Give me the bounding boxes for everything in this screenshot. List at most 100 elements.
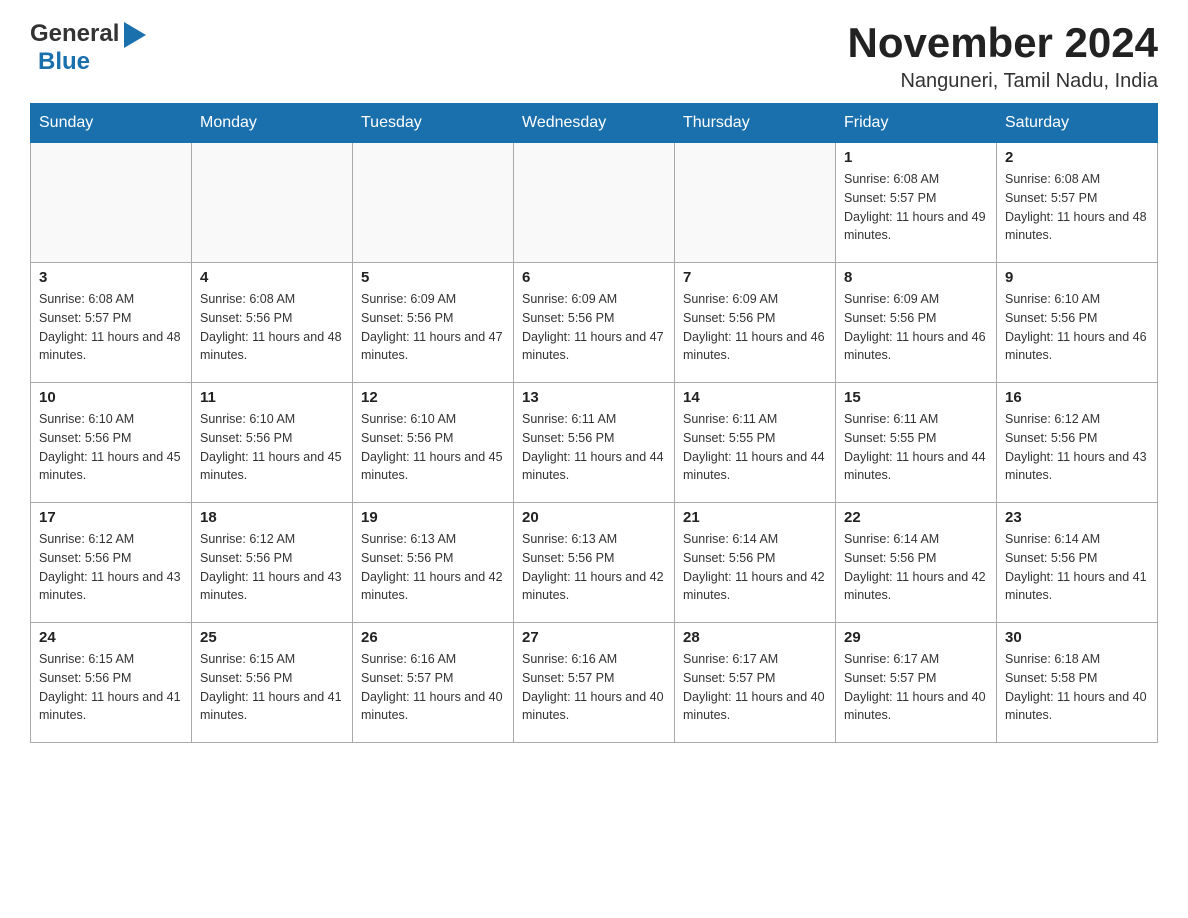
calendar-cell: 19 Sunrise: 6:13 AMSunset: 5:56 PMDayligh…: [353, 503, 514, 623]
calendar-week-row: 1 Sunrise: 6:08 AMSunset: 5:57 PMDaylight…: [31, 143, 1158, 263]
day-number: 8: [844, 269, 988, 286]
sun-info: Sunrise: 6:08 AMSunset: 5:56 PMDaylight:…: [200, 290, 344, 365]
calendar-cell: 10 Sunrise: 6:10 AMSunset: 5:56 PMDayligh…: [31, 383, 192, 503]
calendar-cell: 7 Sunrise: 6:09 AMSunset: 5:56 PMDaylight…: [675, 263, 836, 383]
sun-info: Sunrise: 6:18 AMSunset: 5:58 PMDaylight:…: [1005, 650, 1149, 725]
calendar-cell: 8Sunrise: 6:09 AMSunset: 5:56 PMDaylight…: [836, 263, 997, 383]
calendar-cell: [675, 143, 836, 263]
calendar-cell: [192, 143, 353, 263]
day-number: 2: [1005, 149, 1149, 166]
day-number: 22: [844, 509, 988, 526]
calendar-cell: 14 Sunrise: 6:11 AMSunset: 5:55 PMDayligh…: [675, 383, 836, 503]
sun-info: Sunrise: 6:08 AMSunset: 5:57 PMDaylight:…: [844, 170, 988, 245]
sun-info: Sunrise: 6:16 AMSunset: 5:57 PMDaylight:…: [361, 650, 505, 725]
day-number: 30: [1005, 629, 1149, 646]
calendar-cell: 9 Sunrise: 6:10 AMSunset: 5:56 PMDaylight…: [997, 263, 1158, 383]
day-header-saturday: Saturday: [997, 104, 1158, 143]
day-number: 23: [1005, 509, 1149, 526]
sun-info: Sunrise: 6:09 AMSunset: 5:56 PMDaylight:…: [522, 290, 666, 365]
sun-info: Sunrise: 6:15 AMSunset: 5:56 PMDaylight:…: [200, 650, 344, 725]
day-number: 1: [844, 149, 988, 166]
location-text: Nanguneri, Tamil Nadu, India: [847, 70, 1158, 93]
calendar-table: SundayMondayTuesdayWednesdayThursdayFrid…: [30, 103, 1158, 743]
day-number: 10: [39, 389, 183, 406]
day-header-tuesday: Tuesday: [353, 104, 514, 143]
day-header-sunday: Sunday: [31, 104, 192, 143]
day-number: 25: [200, 629, 344, 646]
day-number: 3: [39, 269, 183, 286]
sun-info: Sunrise: 6:15 AMSunset: 5:56 PMDaylight:…: [39, 650, 183, 725]
calendar-cell: 23 Sunrise: 6:14 AMSunset: 5:56 PMDayligh…: [997, 503, 1158, 623]
sun-info: Sunrise: 6:14 AMSunset: 5:56 PMDaylight:…: [1005, 530, 1149, 605]
calendar-cell: [31, 143, 192, 263]
day-number: 12: [361, 389, 505, 406]
sun-info: Sunrise: 6:16 AMSunset: 5:57 PMDaylight:…: [522, 650, 666, 725]
day-number: 6: [522, 269, 666, 286]
calendar-cell: 21Sunrise: 6:14 AMSunset: 5:56 PMDayligh…: [675, 503, 836, 623]
calendar-cell: 11 Sunrise: 6:10 AMSunset: 5:56 PMDayligh…: [192, 383, 353, 503]
title-block: November 2024 Nanguneri, Tamil Nadu, Ind…: [847, 20, 1158, 93]
day-number: 18: [200, 509, 344, 526]
sun-info: Sunrise: 6:09 AMSunset: 5:56 PMDaylight:…: [361, 290, 505, 365]
sun-info: Sunrise: 6:08 AMSunset: 5:57 PMDaylight:…: [1005, 170, 1149, 245]
calendar-cell: 15 Sunrise: 6:11 AMSunset: 5:55 PMDayligh…: [836, 383, 997, 503]
sun-info: Sunrise: 6:12 AMSunset: 5:56 PMDaylight:…: [1005, 410, 1149, 485]
day-number: 27: [522, 629, 666, 646]
day-header-thursday: Thursday: [675, 104, 836, 143]
calendar-cell: 24Sunrise: 6:15 AMSunset: 5:56 PMDayligh…: [31, 623, 192, 743]
calendar-cell: 26 Sunrise: 6:16 AMSunset: 5:57 PMDayligh…: [353, 623, 514, 743]
calendar-cell: 3 Sunrise: 6:08 AMSunset: 5:57 PMDaylight…: [31, 263, 192, 383]
sun-info: Sunrise: 6:08 AMSunset: 5:57 PMDaylight:…: [39, 290, 183, 365]
day-number: 7: [683, 269, 827, 286]
sun-info: Sunrise: 6:13 AMSunset: 5:56 PMDaylight:…: [361, 530, 505, 605]
page-header: General Blue November 2024 Nanguneri, Ta…: [30, 20, 1158, 93]
calendar-cell: 27 Sunrise: 6:16 AMSunset: 5:57 PMDayligh…: [514, 623, 675, 743]
month-title: November 2024: [847, 20, 1158, 66]
calendar-cell: 5 Sunrise: 6:09 AMSunset: 5:56 PMDaylight…: [353, 263, 514, 383]
logo-blue-text: Blue: [38, 48, 90, 75]
sun-info: Sunrise: 6:10 AMSunset: 5:56 PMDaylight:…: [200, 410, 344, 485]
day-number: 5: [361, 269, 505, 286]
day-number: 9: [1005, 269, 1149, 286]
sun-info: Sunrise: 6:10 AMSunset: 5:56 PMDaylight:…: [1005, 290, 1149, 365]
calendar-week-row: 10 Sunrise: 6:10 AMSunset: 5:56 PMDayligh…: [31, 383, 1158, 503]
calendar-cell: 1 Sunrise: 6:08 AMSunset: 5:57 PMDaylight…: [836, 143, 997, 263]
calendar-cell: 16 Sunrise: 6:12 AMSunset: 5:56 PMDayligh…: [997, 383, 1158, 503]
sun-info: Sunrise: 6:10 AMSunset: 5:56 PMDaylight:…: [361, 410, 505, 485]
calendar-cell: 12 Sunrise: 6:10 AMSunset: 5:56 PMDayligh…: [353, 383, 514, 503]
calendar-cell: 22 Sunrise: 6:14 AMSunset: 5:56 PMDayligh…: [836, 503, 997, 623]
sun-info: Sunrise: 6:14 AMSunset: 5:56 PMDaylight:…: [844, 530, 988, 605]
day-number: 20: [522, 509, 666, 526]
calendar-cell: 29Sunrise: 6:17 AMSunset: 5:57 PMDayligh…: [836, 623, 997, 743]
logo-triangle-icon: [124, 22, 146, 48]
day-number: 4: [200, 269, 344, 286]
sun-info: Sunrise: 6:11 AMSunset: 5:55 PMDaylight:…: [683, 410, 827, 485]
day-number: 26: [361, 629, 505, 646]
sun-info: Sunrise: 6:12 AMSunset: 5:56 PMDaylight:…: [200, 530, 344, 605]
sun-info: Sunrise: 6:12 AMSunset: 5:56 PMDaylight:…: [39, 530, 183, 605]
day-number: 19: [361, 509, 505, 526]
calendar-cell: 13Sunrise: 6:11 AMSunset: 5:56 PMDayligh…: [514, 383, 675, 503]
calendar-cell: 30 Sunrise: 6:18 AMSunset: 5:58 PMDayligh…: [997, 623, 1158, 743]
calendar-cell: 6 Sunrise: 6:09 AMSunset: 5:56 PMDaylight…: [514, 263, 675, 383]
day-number: 16: [1005, 389, 1149, 406]
calendar-cell: 20Sunrise: 6:13 AMSunset: 5:56 PMDayligh…: [514, 503, 675, 623]
calendar-week-row: 24Sunrise: 6:15 AMSunset: 5:56 PMDayligh…: [31, 623, 1158, 743]
sun-info: Sunrise: 6:10 AMSunset: 5:56 PMDaylight:…: [39, 410, 183, 485]
logo-general-text: General: [30, 20, 119, 48]
sun-info: Sunrise: 6:17 AMSunset: 5:57 PMDaylight:…: [844, 650, 988, 725]
day-number: 17: [39, 509, 183, 526]
sun-info: Sunrise: 6:09 AMSunset: 5:56 PMDaylight:…: [683, 290, 827, 365]
day-number: 13: [522, 389, 666, 406]
day-number: 14: [683, 389, 827, 406]
calendar-cell: 4 Sunrise: 6:08 AMSunset: 5:56 PMDaylight…: [192, 263, 353, 383]
calendar-cell: 2 Sunrise: 6:08 AMSunset: 5:57 PMDaylight…: [997, 143, 1158, 263]
day-number: 15: [844, 389, 988, 406]
day-header-monday: Monday: [192, 104, 353, 143]
calendar-cell: [353, 143, 514, 263]
sun-info: Sunrise: 6:11 AMSunset: 5:55 PMDaylight:…: [844, 410, 988, 485]
day-number: 11: [200, 389, 344, 406]
calendar-cell: [514, 143, 675, 263]
calendar-cell: 28Sunrise: 6:17 AMSunset: 5:57 PMDayligh…: [675, 623, 836, 743]
calendar-week-row: 3 Sunrise: 6:08 AMSunset: 5:57 PMDaylight…: [31, 263, 1158, 383]
